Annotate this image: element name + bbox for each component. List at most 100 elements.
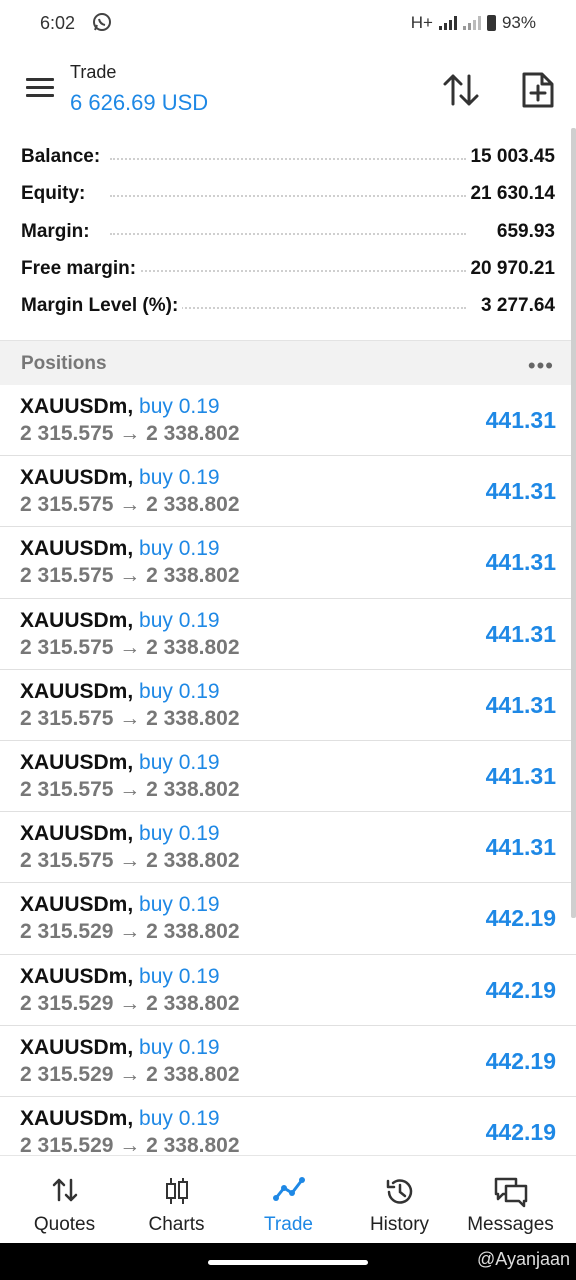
position-row[interactable]: XAUUSDm, buy 0.19 2 315.575 → 2 338.802 … [0,812,576,884]
position-side: buy 0.19 [139,679,220,703]
position-prices: 2 315.529 → 2 338.802 [20,1133,240,1155]
position-side: buy 0.19 [139,893,220,917]
position-side: buy 0.19 [139,1035,220,1059]
position-prices: 2 315.575 → 2 338.802 [20,422,240,445]
tab-history[interactable]: History [342,1156,457,1244]
summary-value: 20 970.21 [466,257,555,280]
summary-row-free-margin: Free margin: 20 970.21 [0,250,576,287]
watermark: @Ayanjaan [476,1249,570,1269]
tab-trade[interactable]: Trade [231,1156,346,1244]
position-prices: 2 315.575 → 2 338.802 [20,777,240,801]
position-side: buy 0.19 [139,1106,220,1130]
position-row[interactable]: XAUUSDm, buy 0.19 2 315.529 → 2 338.802 … [0,883,576,955]
position-prices: 2 315.575 → 2 338.802 [20,564,240,588]
position-row[interactable]: XAUUSDm, buy 0.19 2 315.529 → 2 338.802 … [0,954,576,1026]
position-side: buy 0.19 [139,466,220,490]
position-profit: 441.31 [485,407,556,433]
positions-header: Positions ••• [0,340,576,386]
position-profit: 441.31 [485,620,556,647]
position-side: buy 0.19 [139,395,220,418]
sort-icon[interactable] [440,70,482,110]
position-side: buy 0.19 [139,608,220,632]
scrollbar[interactable] [571,128,576,918]
app-bar: Trade 6 626.69 USD [0,48,576,130]
bottom-nav: Quotes Charts Trade History Messages [0,1155,576,1244]
position-prices: 2 315.575 → 2 338.802 [20,849,240,873]
positions-list[interactable]: XAUUSDm, buy 0.19 2 315.575 → 2 338.802 … [0,385,576,1155]
status-right: H+ 93% [411,13,536,33]
position-row[interactable]: XAUUSDm, buy 0.19 2 315.575 → 2 338.802 … [0,527,576,599]
status-time: 6:02 [40,13,76,33]
position-symbol: XAUUSDm, [20,822,134,846]
position-row[interactable]: XAUUSDm, buy 0.19 2 315.575 → 2 338.802 … [0,669,576,741]
position-side: buy 0.19 [139,822,220,846]
position-profit: 441.31 [485,549,556,576]
tab-label: Quotes [33,1214,96,1235]
charts-icon [165,1178,188,1204]
position-prices: 2 315.529 → 2 338.802 [20,920,240,944]
account-summary: Balance: 15 003.45 Equity: 21 630.14 Mar… [0,138,576,324]
position-symbol: XAUUSDm, [20,395,134,418]
whatsapp-icon [93,13,111,31]
trade-icon [272,1177,305,1201]
position-side: buy 0.19 [139,964,220,988]
status-bar: 6:02 H+ 93% [0,0,576,48]
network-type: H+ [410,13,433,32]
position-symbol: XAUUSDm, [20,537,134,561]
summary-value: 3 277.64 [477,295,555,318]
position-profit: 442.19 [485,1118,556,1145]
menu-icon[interactable] [26,78,54,100]
summary-value: 15 003.45 [466,146,555,168]
positions-title: Positions [21,353,107,374]
tab-label: Trade [264,1214,313,1235]
messages-icon [494,1177,527,1208]
summary-label: Balance: [21,146,105,168]
position-profit: 441.31 [485,478,556,505]
position-symbol: XAUUSDm, [20,679,134,703]
position-row[interactable]: XAUUSDm, buy 0.19 2 315.575 → 2 338.802 … [0,385,576,457]
position-prices: 2 315.575 → 2 338.802 [20,706,240,730]
position-row[interactable]: XAUUSDm, buy 0.19 2 315.529 → 2 338.802 … [0,1025,576,1097]
summary-label: Margin Level (%): [21,295,183,318]
system-nav-bar: @Ayanjaan [0,1243,576,1280]
position-row[interactable]: XAUUSDm, buy 0.19 2 315.575 → 2 338.802 … [0,740,576,813]
position-profit: 441.31 [485,691,556,718]
summary-value: 21 630.14 [466,183,555,206]
home-gesture-bar[interactable] [208,1260,368,1265]
summary-row-margin: Margin: 659.93 [0,213,576,250]
summary-row-margin-level: Margin Level (%): 3 277.64 [0,287,576,324]
position-symbol: XAUUSDm, [20,1035,134,1059]
summary-label: Margin: [21,220,94,243]
more-options-icon[interactable]: ••• [528,353,554,379]
battery-icon [486,15,496,31]
position-symbol: XAUUSDm, [20,750,134,774]
tab-quotes[interactable]: Quotes [7,1156,122,1244]
position-profit: 441.31 [485,762,556,789]
battery-level: 93% [501,13,536,32]
position-symbol: XAUUSDm, [20,608,134,632]
position-prices: 2 315.529 → 2 338.802 [20,1062,240,1086]
position-symbol: XAUUSDm, [20,964,134,988]
position-symbol: XAUUSDm, [20,466,134,490]
tab-label: Messages [467,1214,554,1235]
position-symbol: XAUUSDm, [20,893,134,917]
tab-messages[interactable]: Messages [453,1156,568,1244]
position-prices: 2 315.575 → 2 338.802 [20,493,240,517]
position-row[interactable]: XAUUSDm, buy 0.19 2 315.575 → 2 338.802 … [0,456,576,528]
position-profit: 441.31 [485,834,556,861]
new-order-icon[interactable] [520,70,556,110]
summary-label: Equity: [21,183,90,206]
summary-row-equity: Equity: 21 630.14 [0,175,576,212]
summary-label: Free margin: [21,257,141,280]
position-row[interactable]: XAUUSDm, buy 0.19 2 315.575 → 2 338.802 … [0,598,576,670]
position-symbol: XAUUSDm, [20,1106,134,1130]
position-prices: 2 315.575 → 2 338.802 [20,635,240,659]
account-profit: 6 626.69 USD [70,90,209,115]
position-profit: 442.19 [485,976,556,1003]
position-row[interactable]: XAUUSDm, buy 0.19 2 315.529 → 2 338.802 … [0,1096,576,1155]
history-icon [386,1179,412,1204]
position-side: buy 0.19 [139,537,220,561]
page-title: Trade [70,62,117,82]
tab-charts[interactable]: Charts [119,1156,234,1244]
tab-label: History [369,1214,430,1235]
